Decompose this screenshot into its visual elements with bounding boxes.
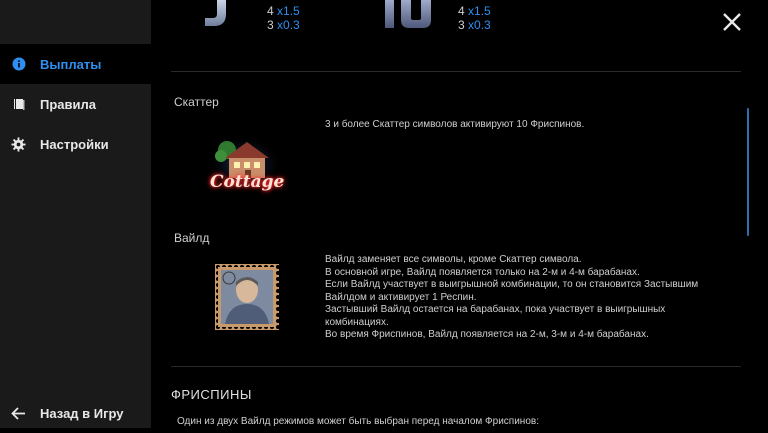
wild-description-line: Застывший Вайлд остается на барабанах, п… [325,304,666,315]
freespins-title: ФРИСПИНЫ [171,387,252,402]
back-to-game-label: Назад в Игру [40,405,124,421]
multiplier-label: x1.5 [468,4,491,18]
count-label: 3 [267,18,274,32]
sidebar-item-payouts[interactable]: Выплаты [0,44,151,84]
cottage-logo-text: Cottage [210,172,285,192]
paytable-row-10: 4 x1.5 3 x0.3 [458,4,491,32]
info-icon [11,57,26,72]
multiplier-label: x1.5 [277,4,300,18]
close-icon [723,13,741,31]
wild-description: Вайлд заменяет все символы, кроме Скатте… [325,254,725,342]
back-to-game-button[interactable]: Назад в Игру [0,393,151,433]
count-label: 3 [458,18,465,32]
wild-description-line: Если Вайлд участвует в выигрышной комбин… [325,279,699,290]
sidebar-item-label: Правила [40,96,96,112]
scatter-description: 3 и более Скаттер символов активируют 10… [325,119,585,130]
10-symbol-icon [379,0,437,28]
freespins-intro: Один из двух Вайлд режимов может быть вы… [177,416,539,427]
count-label: 4 [267,4,274,18]
sidebar-item-rules[interactable]: Правила [0,84,151,124]
wild-heading: Вайлд [174,231,210,245]
book-icon [11,97,26,112]
wild-description-line: Вайлд заменяет все символы, кроме Скатте… [325,254,582,265]
sidebar: Выплаты Правила Настройки Назад в Игру [0,0,151,428]
close-button[interactable] [720,10,744,34]
gear-icon [11,136,26,152]
count-label: 4 [458,4,465,18]
scatter-symbol-image: Cottage [207,134,285,200]
wild-description-line: Вайлдом и активирует 1 Респин. [325,291,477,303]
sidebar-item-settings[interactable]: Настройки [0,124,151,164]
j-symbol-icon [203,0,231,28]
divider [171,366,741,367]
wild-description-line: комбинациях. [325,316,389,328]
multiplier-label: x0.3 [468,18,491,32]
paytable-row-j: 4 x1.5 3 x0.3 [267,4,300,32]
payouts-panel: 4 x1.5 3 x0.3 4 x1.5 3 x0.3 Скаттер Cott… [151,0,768,428]
divider [171,71,741,72]
scrollbar[interactable] [747,108,749,236]
sidebar-item-label: Выплаты [40,56,102,72]
wild-description-line: Во время Фриспинов, Вайлд появляется на … [325,329,649,340]
scatter-heading: Скаттер [174,95,219,109]
arrow-left-icon [11,406,26,421]
sidebar-item-label: Настройки [40,136,109,152]
wild-description-line: В основной игре, Вайлд появляется только… [325,266,640,278]
multiplier-label: x0.3 [277,18,300,32]
wild-stamp-image [215,264,279,330]
